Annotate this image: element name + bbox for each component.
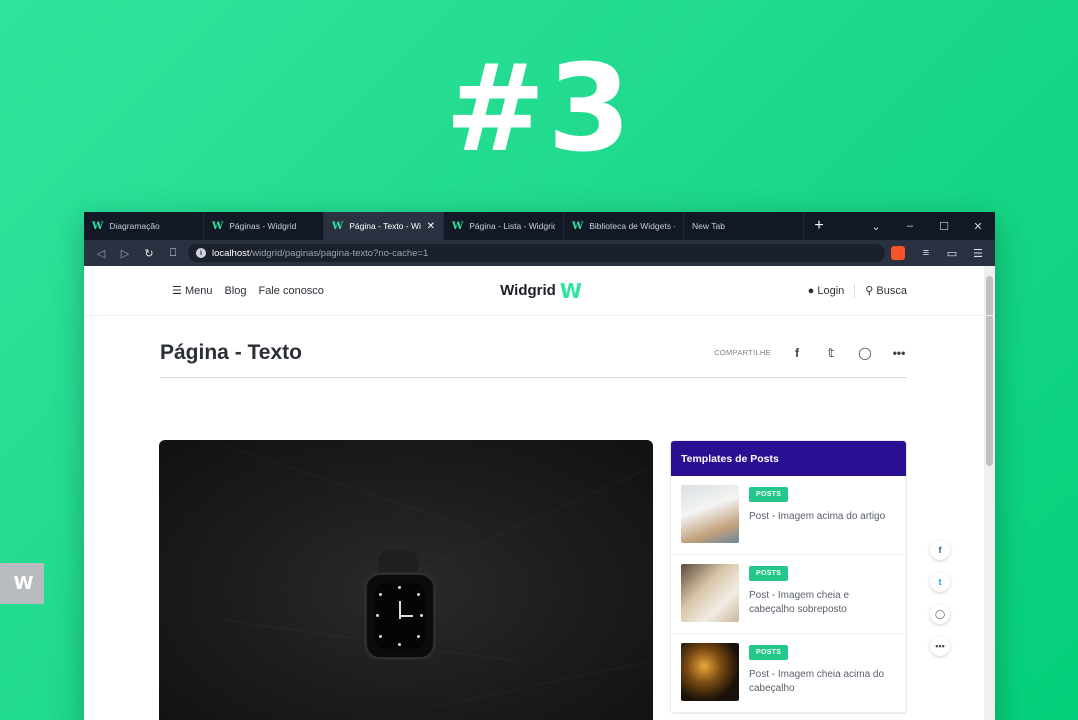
bookmark-icon[interactable]: ⎕ xyxy=(164,244,182,262)
site-info-icon[interactable]: i xyxy=(196,248,206,258)
search-link[interactable]: ⚲ Busca xyxy=(865,284,907,297)
search-label: Busca xyxy=(876,285,907,297)
close-tab-icon[interactable]: ✕ xyxy=(427,221,435,232)
smartwatch-image xyxy=(354,550,450,700)
headline-number: #3 xyxy=(444,40,634,179)
site-logo[interactable]: Widgrid W xyxy=(500,278,582,303)
tab-strip: W Diagramação W Páginas - Widgrid W Pági… xyxy=(84,212,995,240)
post-thumbnail[interactable] xyxy=(681,643,739,701)
facebook-icon[interactable]: f xyxy=(930,540,950,560)
page-title: Página - Texto xyxy=(160,340,302,364)
search-icon: ⚲ xyxy=(865,285,874,297)
tab-label: New Tab xyxy=(692,221,725,231)
page-scrollbar[interactable] xyxy=(984,266,995,720)
minimize-button[interactable]: – xyxy=(893,212,927,240)
window-controls: ⌄ – ☐ ✕ xyxy=(859,212,995,240)
category-badge[interactable]: POSTS xyxy=(749,487,789,502)
logo-text: Widgrid xyxy=(500,282,556,299)
brave-shield-icon[interactable] xyxy=(891,246,905,260)
widgrid-favicon-icon: W xyxy=(212,220,224,232)
hamburger-icon: ☰ xyxy=(172,285,182,297)
watch-case xyxy=(364,572,436,660)
share-label: COMPARTILHE xyxy=(714,348,771,357)
list-item[interactable]: POSTS Post - Imagem cheia e cabeçalho so… xyxy=(671,555,906,634)
blog-link[interactable]: Blog xyxy=(224,285,246,297)
new-tab-button[interactable]: + xyxy=(804,212,834,240)
reload-icon[interactable]: ↻ xyxy=(140,244,158,262)
floating-share-bar: f t ◯ ••• xyxy=(930,540,950,656)
widgrid-favicon-icon: W xyxy=(92,220,104,232)
tab-label: Página - Texto - Wi xyxy=(349,221,421,231)
watch-face xyxy=(375,583,425,649)
tab-label: Páginas - Widgrid xyxy=(229,221,297,231)
tab-pagina-texto[interactable]: W Página - Texto - Wi ✕ xyxy=(324,212,444,240)
tab-label: Diagramação xyxy=(109,221,160,231)
back-icon[interactable]: ◁ xyxy=(92,244,110,262)
maximize-button[interactable]: ☐ xyxy=(927,212,961,240)
texture-line xyxy=(186,440,472,528)
post-thumbnail[interactable] xyxy=(681,564,739,622)
url-field[interactable]: i localhost/widgrid/paginas/pagina-texto… xyxy=(188,244,885,262)
category-badge[interactable]: POSTS xyxy=(749,645,789,660)
login-label: Login xyxy=(817,284,845,297)
url-path: /widgrid/paginas/pagina-texto?no-cache=1 xyxy=(249,247,429,259)
page-title-bar: Página - Texto COMPARTILHE f 𝕥 ◯ ••• xyxy=(160,338,907,378)
tab-new-tab[interactable]: New Tab xyxy=(684,212,804,240)
address-toolbar: ◁ ▷ ↻ ⎕ i localhost/widgrid/paginas/pagi… xyxy=(84,240,995,266)
post-title[interactable]: Post - Imagem acima do artigo xyxy=(749,510,885,524)
facebook-icon[interactable]: f xyxy=(789,346,805,360)
tab-biblioteca[interactable]: W Biblioteca de Widgets - xyxy=(564,212,684,240)
playlist-icon[interactable]: ≡ xyxy=(917,244,935,262)
menu-button[interactable]: ☰ Menu xyxy=(172,284,212,297)
tab-search-chevron-icon[interactable]: ⌄ xyxy=(859,212,893,240)
forward-icon[interactable]: ▷ xyxy=(116,244,134,262)
post-title[interactable]: Post - Imagem cheia acima do cabeçalho xyxy=(749,668,896,696)
post-thumbnail[interactable] xyxy=(681,485,739,543)
wallet-icon[interactable]: ▭ xyxy=(943,244,961,262)
whatsapp-icon[interactable]: ◯ xyxy=(857,346,873,360)
widgrid-logo-icon: W xyxy=(559,278,582,303)
more-icon[interactable]: ••• xyxy=(930,636,950,656)
whatsapp-icon[interactable]: ◯ xyxy=(930,604,950,624)
user-icon: ● xyxy=(807,284,815,297)
more-icon[interactable]: ••• xyxy=(891,346,907,360)
tab-diagramacao[interactable]: W Diagramação xyxy=(84,212,204,240)
browser-window: W Diagramação W Páginas - Widgrid W Pági… xyxy=(84,212,995,720)
tab-label: Biblioteca de Widgets - xyxy=(589,221,675,231)
login-link[interactable]: ● Login xyxy=(808,285,845,297)
post-title[interactable]: Post - Imagem cheia e cabeçalho sobrepos… xyxy=(749,589,896,617)
widgrid-favicon-icon: W xyxy=(452,220,464,232)
browser-menu-icon[interactable]: ☰ xyxy=(969,244,987,262)
share-bar: COMPARTILHE f 𝕥 ◯ ••• xyxy=(714,346,907,360)
tab-label: Página - Lista - Widgrid xyxy=(469,221,555,231)
menu-label: Menu xyxy=(184,285,213,297)
widgrid-float-logo-icon[interactable]: W xyxy=(0,563,44,604)
web-page: ☰ Menu Blog Fale conosco Widgrid W ● Log… xyxy=(84,266,995,720)
list-item[interactable]: POSTS Post - Imagem cheia acima do cabeç… xyxy=(671,634,906,713)
site-header: ☰ Menu Blog Fale conosco Widgrid W ● Log… xyxy=(84,266,995,316)
tab-pagina-lista[interactable]: W Página - Lista - Widgrid xyxy=(444,212,564,240)
list-item[interactable]: POSTS Post - Imagem acima do artigo xyxy=(671,476,906,555)
tab-paginas[interactable]: W Páginas - Widgrid xyxy=(204,212,324,240)
contact-link[interactable]: Fale conosco xyxy=(259,285,324,297)
category-badge[interactable]: POSTS xyxy=(749,566,789,581)
twitter-icon[interactable]: t xyxy=(930,572,950,592)
watch-hand xyxy=(399,615,413,617)
widgrid-favicon-icon: W xyxy=(332,220,344,232)
widgrid-favicon-icon: W xyxy=(572,220,584,232)
close-window-button[interactable]: ✕ xyxy=(961,212,995,240)
divider xyxy=(854,283,856,298)
hero-image xyxy=(159,440,653,720)
twitter-icon[interactable]: 𝕥 xyxy=(823,346,839,360)
templates-sidebar: Templates de Posts POSTS Post - Imagem a… xyxy=(670,440,907,714)
sidebar-title: Templates de Posts xyxy=(671,441,906,476)
url-host: localhost xyxy=(212,247,250,259)
